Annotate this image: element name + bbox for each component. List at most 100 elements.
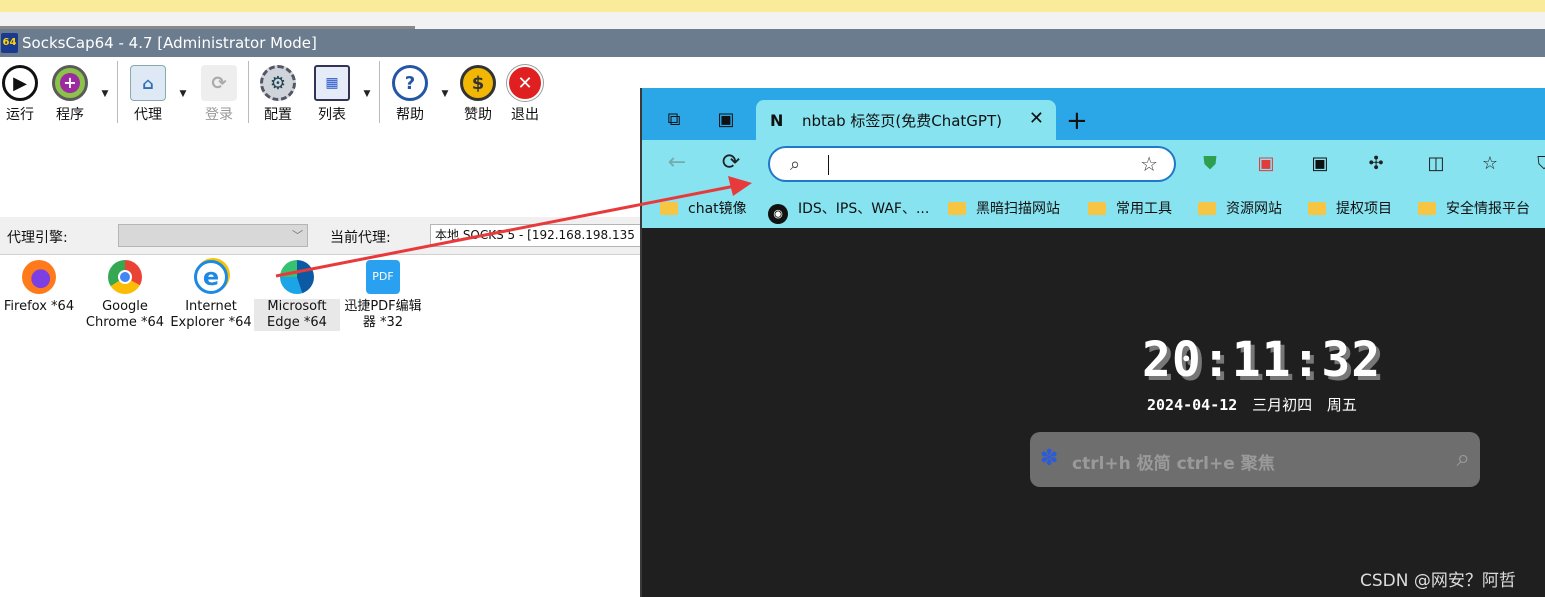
config-label: 配置 bbox=[264, 107, 292, 123]
back-arrow-icon[interactable]: ← bbox=[664, 150, 690, 176]
login-label: 登录 bbox=[205, 107, 233, 123]
app-label: Microsoft Edge *64 bbox=[254, 299, 340, 331]
app-item-firefox[interactable]: Firefox *64 bbox=[0, 260, 82, 315]
app-label: 迅捷PDF编辑器 *32 bbox=[344, 299, 422, 330]
list-label: 列表 bbox=[318, 107, 346, 123]
refresh-login-icon: ⟳ bbox=[201, 65, 237, 101]
bookmark-label: chat镜像 bbox=[688, 201, 747, 217]
baidu-icon[interactable]: ✽ bbox=[1040, 446, 1058, 471]
bookmark-label: 常用工具 bbox=[1116, 201, 1172, 217]
folder-icon bbox=[1088, 202, 1106, 215]
app-item-edge[interactable]: Microsoft Edge *64 bbox=[254, 260, 340, 331]
blank-panel bbox=[0, 128, 640, 217]
toolbar-separator bbox=[248, 61, 249, 123]
tab-title: nbtab 标签页(免费ChatGPT) bbox=[802, 112, 1002, 130]
shield-extension-icon[interactable]: ⛊ bbox=[1198, 152, 1222, 176]
chevron-down-icon: ﹀ bbox=[292, 229, 303, 242]
new-tab-page: 20:11:32 2024-04-12 三月初四 周五 ✽ ctrl+h 极简 … bbox=[642, 228, 1545, 597]
run-label: 运行 bbox=[6, 107, 34, 123]
help-label: 帮助 bbox=[396, 107, 424, 123]
search-icon[interactable]: ⌕ bbox=[1457, 444, 1470, 472]
refresh-icon[interactable]: ⟳ bbox=[718, 150, 744, 176]
bookmark-folder[interactable]: chat镜像 bbox=[660, 198, 747, 218]
toolbar-separator bbox=[117, 61, 118, 123]
app-label: Google Chrome *64 bbox=[85, 299, 165, 330]
close-icon: ✕ bbox=[507, 65, 543, 101]
program-plus-icon: + bbox=[52, 65, 88, 101]
bookmark-label: 黑暗扫描网站 bbox=[976, 201, 1060, 217]
proxy-button[interactable]: ⌂ 代理 bbox=[124, 65, 172, 125]
new-tab-button[interactable]: + bbox=[1066, 106, 1088, 136]
close-tab-icon[interactable]: ✕ bbox=[1029, 108, 1044, 129]
favorite-star-icon[interactable]: ☆ bbox=[1140, 152, 1158, 176]
workspaces-icon[interactable]: ⧉ bbox=[662, 108, 686, 132]
list-dropdown-icon[interactable]: ▼ bbox=[362, 89, 372, 99]
search-icon: ⌕ bbox=[790, 154, 801, 175]
programs-label: 程序 bbox=[56, 107, 84, 123]
help-dropdown-icon[interactable]: ▼ bbox=[440, 89, 450, 99]
app-label: Internet Explorer *64 bbox=[170, 299, 252, 330]
proxy-engine-label: 代理引擎: bbox=[7, 230, 68, 246]
address-bar[interactable]: ⌕ ☆ bbox=[768, 146, 1176, 182]
app-item-internet-explorer[interactable]: e Internet Explorer *64 bbox=[168, 260, 254, 331]
bookmark-folder[interactable]: 资源网站 bbox=[1198, 198, 1282, 218]
sponsor-label: 赞助 bbox=[464, 107, 492, 123]
help-icon: ? bbox=[392, 65, 428, 101]
weekday: 周五 bbox=[1326, 396, 1357, 414]
edge-browser-window: ⧉ ▣ N nbtab 标签页(免费ChatGPT) ✕ + ← ⟳ ⌕ ☆ ⛊… bbox=[640, 88, 1545, 597]
bookmark-folder[interactable]: 提权项目 bbox=[1308, 198, 1392, 218]
program-list: Firefox *64 Google Chrome *64 e Internet… bbox=[0, 256, 640, 597]
vertical-tabs-icon[interactable]: ▣ bbox=[714, 108, 738, 132]
bookmark-link[interactable]: ◉ IDS、IPS、WAF、... bbox=[768, 198, 929, 224]
proxy-engine-select[interactable]: ﹀ bbox=[118, 224, 308, 247]
internet-explorer-icon: e bbox=[194, 260, 228, 294]
edge-icon bbox=[280, 260, 314, 294]
bookmark-label: IDS、IPS、WAF、... bbox=[798, 201, 930, 217]
play-icon: ▶ bbox=[2, 65, 38, 101]
programs-dropdown-icon[interactable]: ▼ bbox=[100, 89, 110, 99]
help-button[interactable]: ? 帮助 bbox=[386, 65, 434, 125]
bookmark-label: 资源网站 bbox=[1226, 201, 1282, 217]
top-highlight-strip bbox=[0, 0, 1545, 12]
programs-button[interactable]: + 程序 bbox=[46, 65, 94, 125]
bookmark-folder[interactable]: 常用工具 bbox=[1088, 198, 1172, 218]
app-item-pdf-editor[interactable]: PDF 迅捷PDF编辑器 *32 bbox=[340, 260, 426, 331]
search-box[interactable]: ✽ ctrl+h 极简 ctrl+e 聚焦 ⌕ bbox=[1030, 432, 1480, 487]
folder-icon bbox=[948, 202, 966, 215]
date-display: 2024-04-12 三月初四 周五 bbox=[1147, 394, 1357, 415]
folder-icon bbox=[1198, 202, 1216, 215]
black-extension-icon[interactable]: ▣ bbox=[1308, 152, 1332, 176]
app-item-chrome[interactable]: Google Chrome *64 bbox=[82, 260, 168, 331]
login-button[interactable]: ⟳ 登录 bbox=[195, 65, 243, 125]
list-button[interactable]: ▦ 列表 bbox=[308, 65, 356, 125]
bookmark-label: 提权项目 bbox=[1336, 201, 1392, 217]
clock-display: 20:11:32 bbox=[1142, 332, 1382, 388]
main-toolbar: ▶ 运行 + 程序 ▼ ⌂ 代理 ▼ ⟳ 登录 ⚙ 配置 ▦ 列表 ▼ ? 帮助… bbox=[0, 57, 640, 128]
chrome-icon bbox=[108, 260, 142, 294]
search-placeholder: ctrl+h 极简 ctrl+e 聚焦 bbox=[1072, 454, 1275, 474]
window-titlebar: 64 SocksCap64 - 4.7 [Administrator Mode] bbox=[0, 29, 1545, 57]
watermark: CSDN @网安？阿哲 bbox=[1360, 571, 1516, 591]
proxy-network-icon: ⌂ bbox=[130, 65, 166, 101]
exit-button[interactable]: ✕ 退出 bbox=[501, 65, 549, 125]
split-screen-icon[interactable]: ◫ bbox=[1424, 152, 1448, 176]
screenshot-root: { "window": { "app_icon": "64", "title":… bbox=[0, 0, 1545, 597]
config-button[interactable]: ⚙ 配置 bbox=[254, 65, 302, 125]
folder-icon bbox=[660, 202, 678, 215]
run-button[interactable]: ▶ 运行 bbox=[0, 65, 44, 125]
date-text: 2024-04-12 bbox=[1147, 396, 1238, 414]
red-extension-icon[interactable]: ▣ bbox=[1254, 152, 1278, 176]
favorites-icon[interactable]: ☆ bbox=[1478, 152, 1502, 176]
current-proxy-field[interactable]: 本地 SOCKS 5 - [192.168.198.135 bbox=[430, 224, 645, 247]
extensions-puzzle-icon[interactable]: ✣ bbox=[1364, 152, 1388, 176]
sponsor-button[interactable]: $ 赞助 bbox=[454, 65, 502, 125]
folder-icon bbox=[1418, 202, 1436, 215]
proxy-dropdown-icon[interactable]: ▼ bbox=[178, 89, 188, 99]
bookmark-folder[interactable]: 安全情报平台 bbox=[1418, 198, 1530, 218]
proxy-settings-bar: 代理引擎: ﹀ 当前代理: 本地 SOCKS 5 - [192.168.198.… bbox=[0, 217, 645, 255]
firefox-icon bbox=[22, 260, 56, 294]
pdf-editor-icon: PDF bbox=[366, 260, 400, 294]
browser-essentials-icon[interactable]: ⛉ bbox=[1532, 152, 1545, 176]
tab-nbtab[interactable]: N nbtab 标签页(免费ChatGPT) ✕ bbox=[756, 100, 1056, 140]
bookmark-folder[interactable]: 黑暗扫描网站 bbox=[948, 198, 1060, 218]
